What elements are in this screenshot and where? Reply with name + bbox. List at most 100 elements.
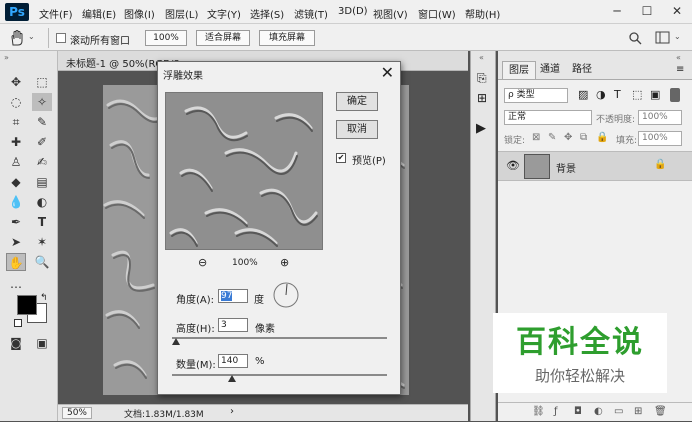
eyedropper-tool-icon[interactable]: ✎	[32, 113, 52, 131]
move-tool-icon[interactable]: ✥	[6, 73, 26, 91]
filter-shape-icon[interactable]: ⬚	[632, 88, 642, 101]
lock-position-icon[interactable]: ✥	[564, 132, 572, 143]
collapse-icon[interactable]: «	[479, 53, 484, 62]
restore-icon[interactable]: ☐	[632, 0, 662, 24]
layer-name[interactable]: 背景	[556, 160, 576, 175]
adjustment-layer-icon[interactable]: ◐	[594, 406, 603, 417]
opacity-field[interactable]: 100%	[638, 110, 682, 125]
menu-filter[interactable]: 滤镜(T)	[294, 6, 328, 21]
workspace-icon[interactable]	[655, 31, 671, 45]
dodge-tool-icon[interactable]: ◐	[32, 193, 52, 211]
height-slider-thumb[interactable]	[172, 338, 181, 345]
scroll-all-checkbox[interactable]	[56, 33, 66, 43]
lock-artboard-icon[interactable]: ⧉	[580, 132, 587, 143]
filter-adjustment-icon[interactable]: ◑	[596, 88, 606, 101]
default-colors-icon[interactable]	[14, 319, 22, 327]
filter-preview[interactable]	[165, 92, 323, 250]
healing-brush-tool-icon[interactable]: ✚	[6, 133, 26, 151]
zoom-100-button[interactable]: 100%	[145, 30, 187, 46]
type-tool-icon[interactable]: T	[32, 213, 52, 231]
close-icon[interactable]: ✕	[381, 63, 394, 83]
path-selection-tool-icon[interactable]: ➤	[6, 233, 26, 251]
zoom-out-icon[interactable]: ⊖	[198, 256, 207, 269]
eye-icon[interactable]: 👁	[506, 159, 520, 172]
foreground-color-swatch[interactable]	[17, 295, 37, 315]
filter-type-icon[interactable]: T	[614, 88, 621, 101]
panel-menu-icon[interactable]: ≡	[676, 64, 684, 75]
layer-row[interactable]: 👁 背景 🔒	[498, 151, 692, 181]
shape-tool-icon[interactable]: ✶	[32, 233, 52, 251]
minimize-icon[interactable]: ─	[602, 0, 632, 24]
filter-kind-select[interactable]: ρ 类型	[504, 88, 568, 103]
filter-toggle[interactable]	[670, 88, 680, 102]
gradient-tool-icon[interactable]: ▤	[32, 173, 52, 191]
pen-tool-icon[interactable]: ✒	[6, 213, 26, 231]
zoom-in-icon[interactable]: ⊕	[280, 256, 289, 269]
status-menu-arrow-icon[interactable]: ›	[230, 406, 234, 417]
tab-channels[interactable]: 通道	[534, 61, 566, 79]
add-mask-icon[interactable]: ◘	[574, 406, 582, 417]
amount-slider-track[interactable]	[172, 374, 387, 376]
fx-icon[interactable]: ƒ	[554, 406, 558, 417]
actions-panel-icon[interactable]: ▶	[476, 121, 486, 136]
brush-tool-icon[interactable]: ✐	[32, 133, 52, 151]
lasso-tool-icon[interactable]: ◌	[6, 93, 26, 111]
history-panel-icon[interactable]: ⎘	[477, 71, 487, 86]
quick-mask-icon[interactable]: ◙	[6, 334, 26, 352]
filter-smart-object-icon[interactable]: ▣	[650, 88, 660, 101]
lock-all-icon[interactable]: 🔒	[596, 132, 608, 143]
trash-icon[interactable]: 🗑	[654, 406, 667, 417]
crop-tool-icon[interactable]: ⌗	[6, 113, 26, 131]
height-input[interactable]: 3	[218, 318, 248, 332]
eraser-tool-icon[interactable]: ◆	[6, 173, 26, 191]
amount-slider-thumb[interactable]	[228, 375, 237, 382]
menu-type[interactable]: 文字(Y)	[207, 6, 241, 21]
tab-paths[interactable]: 路径	[566, 61, 598, 79]
menu-help[interactable]: 帮助(H)	[465, 6, 500, 21]
angle-dial[interactable]	[272, 281, 300, 309]
more-tools-icon[interactable]: …	[6, 275, 26, 293]
close-window-icon[interactable]: ✕	[662, 0, 692, 24]
blur-tool-icon[interactable]: 💧	[6, 193, 26, 211]
preview-checkbox[interactable]: ✔	[336, 153, 346, 163]
menu-select[interactable]: 选择(S)	[250, 6, 284, 21]
menu-window[interactable]: 窗口(W)	[418, 6, 456, 21]
link-layers-icon[interactable]: ⛓	[532, 406, 545, 417]
ok-button[interactable]: 确定	[336, 92, 378, 111]
chevron-down-icon[interactable]: ⌄	[674, 32, 681, 41]
hand-tool-icon[interactable]: ✋	[6, 253, 26, 271]
height-slider-track[interactable]	[172, 337, 387, 339]
group-icon[interactable]: ▭	[614, 406, 623, 417]
collapse-icon[interactable]: «	[676, 53, 681, 62]
search-icon[interactable]	[628, 31, 642, 45]
clone-stamp-tool-icon[interactable]: ♙	[6, 153, 26, 171]
history-brush-tool-icon[interactable]: ✍	[32, 153, 52, 171]
filter-pixel-icon[interactable]: ▨	[578, 88, 588, 101]
menu-layer[interactable]: 图层(L)	[165, 6, 198, 21]
amount-input[interactable]: 140	[218, 354, 248, 368]
swap-colors-icon[interactable]: ↰	[40, 293, 48, 303]
lock-image-icon[interactable]: ✎	[548, 132, 556, 143]
cancel-button[interactable]: 取消	[336, 120, 378, 139]
angle-input[interactable]: 97	[218, 289, 248, 303]
chevron-down-icon[interactable]: ⌄	[28, 32, 35, 41]
marquee-tool-icon[interactable]: ⬚	[32, 73, 52, 91]
menu-file[interactable]: 文件(F)	[39, 6, 73, 21]
menu-image[interactable]: 图像(I)	[124, 6, 155, 21]
collapse-icon[interactable]: »	[4, 53, 9, 62]
screen-mode-icon[interactable]: ▣	[32, 334, 52, 352]
menu-3d[interactable]: 3D(D)	[338, 6, 368, 17]
properties-panel-icon[interactable]: ⊞	[477, 91, 487, 105]
fill-screen-button[interactable]: 填充屏幕	[259, 30, 315, 46]
zoom-field[interactable]: 50%	[62, 407, 92, 419]
fill-field[interactable]: 100%	[638, 131, 682, 146]
new-layer-icon[interactable]: ⊞	[634, 406, 642, 417]
blend-mode-select[interactable]: 正常	[504, 110, 592, 125]
fit-screen-button[interactable]: 适合屏幕	[196, 30, 250, 46]
tab-layers[interactable]: 图层	[502, 61, 536, 79]
menu-view[interactable]: 视图(V)	[373, 6, 408, 21]
lock-transparent-icon[interactable]: ⊠	[532, 132, 540, 143]
magic-wand-tool-icon[interactable]: ✧	[32, 93, 52, 111]
menu-edit[interactable]: 编辑(E)	[82, 6, 116, 21]
zoom-tool-icon[interactable]: 🔍	[32, 253, 52, 271]
